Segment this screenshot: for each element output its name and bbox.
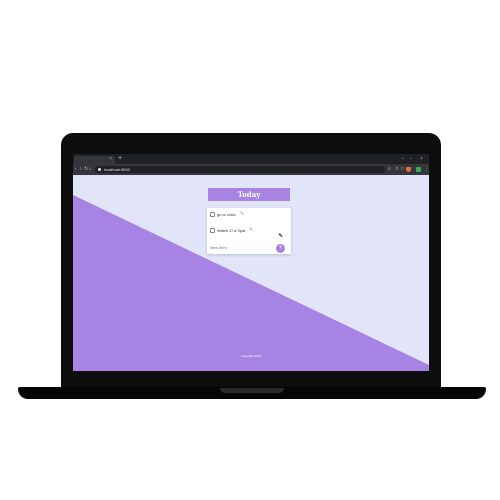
reload-icon[interactable]: ↻ xyxy=(84,164,88,175)
page-title: Today xyxy=(208,188,290,201)
address-bar[interactable]: localhost:3000 xyxy=(95,166,385,173)
background-triangle xyxy=(73,195,429,371)
search-icon[interactable]: ⌕ xyxy=(388,164,391,175)
minimize-icon[interactable]: – xyxy=(401,154,404,164)
list-item: go to clinic ✎ xyxy=(207,208,291,221)
pencil-icon[interactable]: ✎ xyxy=(240,208,244,221)
footer-copyright: Copyright 2022 xyxy=(240,354,262,358)
new-todo-input[interactable] xyxy=(210,244,270,250)
close-window-icon[interactable]: × xyxy=(420,154,423,164)
add-todo-row: + xyxy=(207,241,291,254)
url-text: localhost:3000 xyxy=(104,167,130,172)
star-icon[interactable]: ☆ xyxy=(400,164,404,175)
browser-tab[interactable]: × xyxy=(74,156,115,164)
browser-toolbar: ‹ › ↻ ⌂ localhost:3000 ⌕ ⇧ ☆ ⋮ xyxy=(73,164,429,175)
maximize-icon[interactable]: ▫ xyxy=(410,154,412,164)
tab-close-icon[interactable]: × xyxy=(109,155,112,163)
todo-checkbox[interactable] xyxy=(210,228,215,233)
todo-checkbox[interactable] xyxy=(210,212,215,217)
laptop-screen: × + – ▫ × ‹ › ↻ ⌂ localhost:3000 ⌕ ⇧ ☆ ⋮ xyxy=(73,154,429,371)
site-info-icon[interactable] xyxy=(98,168,101,171)
puzzle-icon[interactable] xyxy=(416,167,421,172)
pencil-icon[interactable]: ✎ xyxy=(249,224,253,237)
laptop-mockup: × + – ▫ × ‹ › ↻ ⌂ localhost:3000 ⌕ ⇧ ☆ ⋮ xyxy=(0,0,500,500)
shield-icon[interactable] xyxy=(406,167,411,172)
todo-label: go to clinic xyxy=(217,212,236,217)
add-button[interactable]: + xyxy=(276,244,285,253)
cursor-icon: ⬉ xyxy=(278,233,284,239)
forward-icon[interactable]: › xyxy=(80,164,82,175)
new-tab-button[interactable]: + xyxy=(118,154,122,164)
menu-icon[interactable]: ⋮ xyxy=(424,164,429,175)
browser-tab-strip: × + – ▫ × xyxy=(73,154,429,164)
laptop-notch xyxy=(220,388,284,393)
home-icon[interactable]: ⌂ xyxy=(89,164,92,175)
todo-card: go to clinic ✎ Watch Z! a Spai ✎ + xyxy=(207,208,291,254)
todo-label: Watch Z! a Spai xyxy=(217,228,246,233)
back-icon[interactable]: ‹ xyxy=(75,164,77,175)
page-viewport: Today go to clinic ✎ Watch Z! a Spai ✎ + xyxy=(73,175,429,371)
share-icon[interactable]: ⇧ xyxy=(395,164,399,175)
